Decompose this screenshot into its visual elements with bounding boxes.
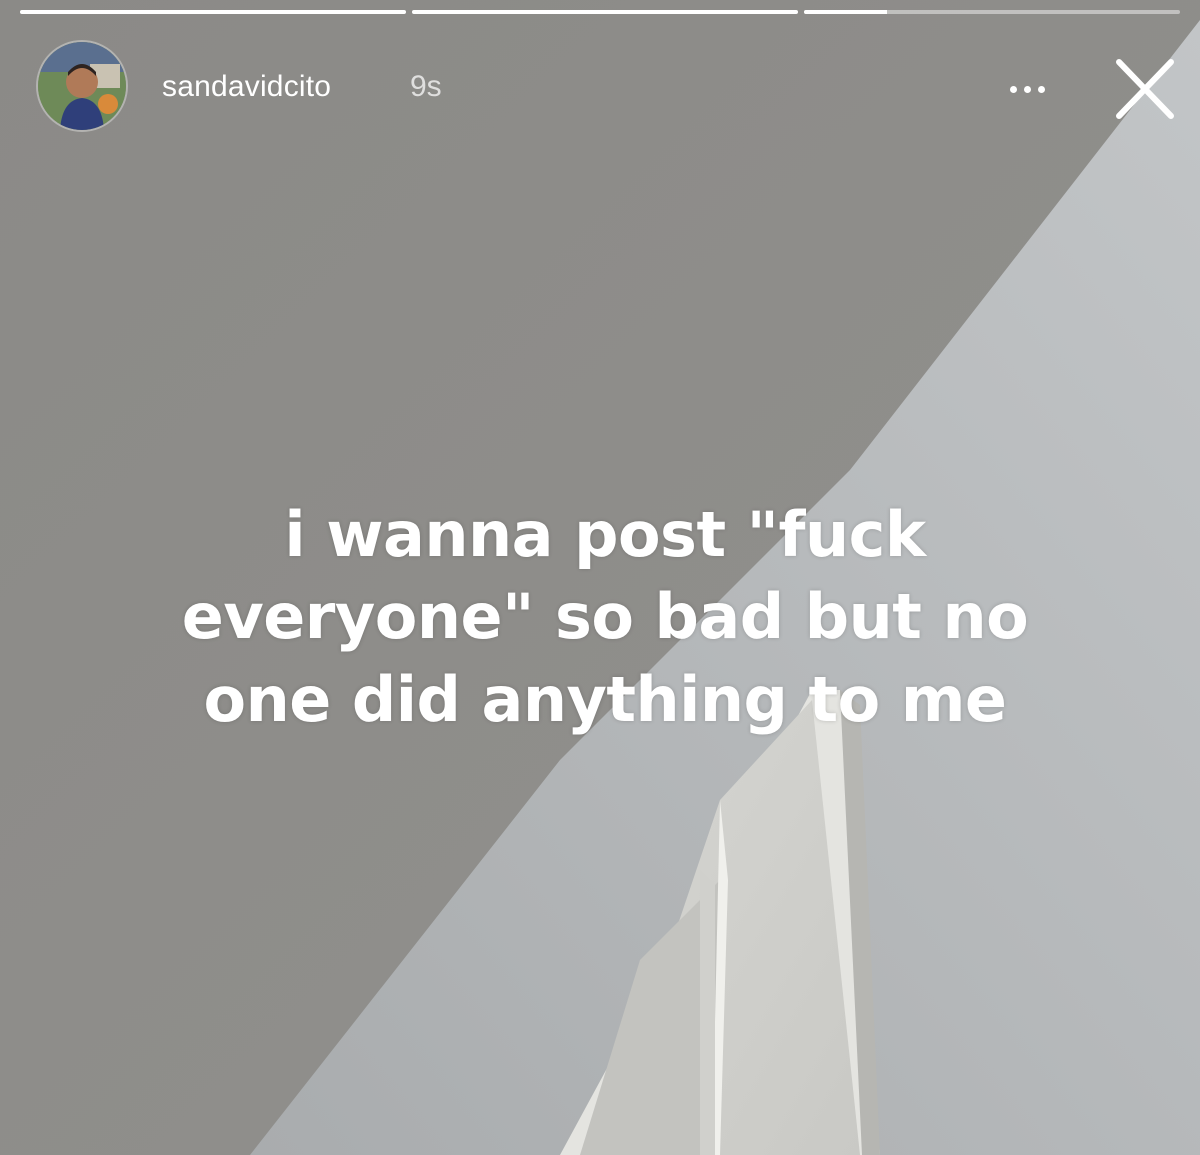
caption-line: i wanna post "fuck [284,498,926,571]
caption-line: one did anything to me [203,662,1007,736]
more-dot [1038,86,1045,93]
more-options-button[interactable] [998,62,1058,112]
progress-segment-1 [20,10,406,14]
story-progress [20,10,1180,14]
username[interactable]: sandavidcito [162,70,331,104]
close-button[interactable] [1108,56,1182,122]
timestamp: 9s [410,70,442,103]
progress-fill-1 [20,10,406,14]
more-horizontal-icon [1010,86,1017,93]
progress-segment-3 [804,10,1180,14]
progress-fill-3 [804,10,887,14]
story-caption: i wanna post "fuck everyone" so bad but … [70,494,1140,741]
more-dot [1024,86,1031,93]
story-viewer[interactable]: sandavidcito 9s i wanna post "fuck every… [0,0,1200,1155]
close-icon [1116,59,1174,119]
caption-line: everyone" so bad but no [181,580,1029,654]
progress-segment-2 [412,10,798,14]
avatar[interactable] [36,40,128,132]
progress-fill-2 [412,10,798,14]
